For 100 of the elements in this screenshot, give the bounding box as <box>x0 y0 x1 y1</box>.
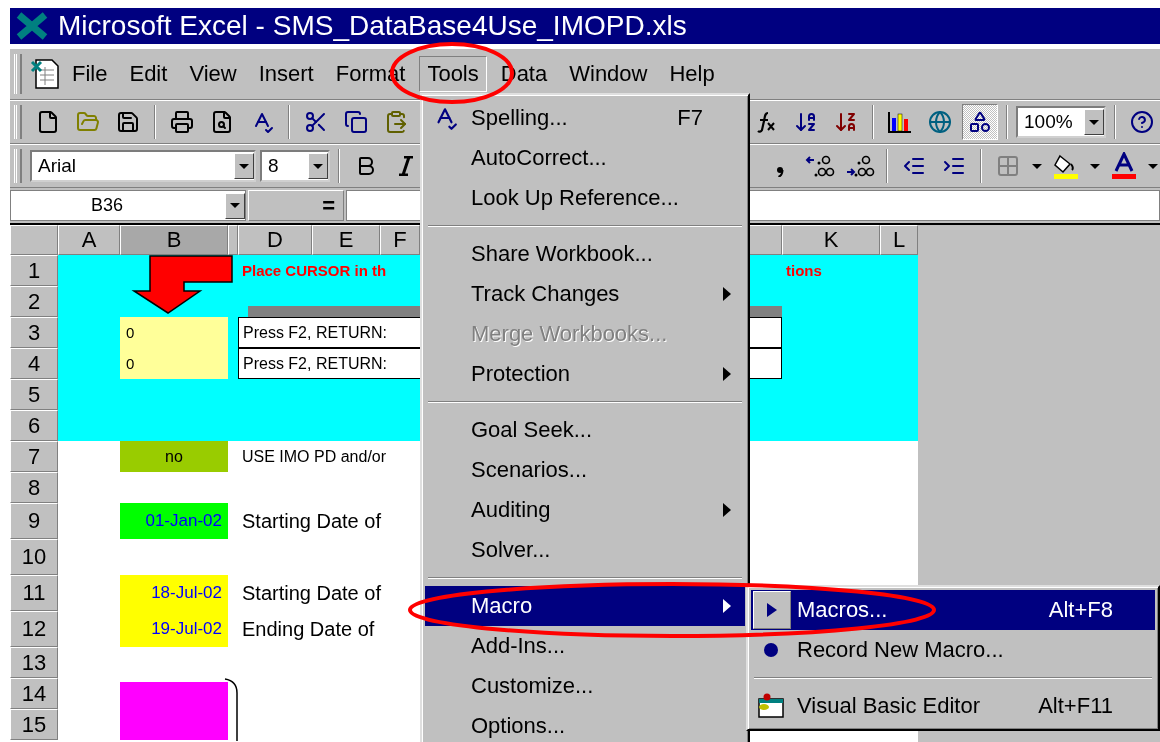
caret-icon <box>1090 163 1100 169</box>
column-header[interactable]: B <box>120 225 228 255</box>
shortcut-text: Alt+F8 <box>1048 597 1114 623</box>
toolbar-gripper[interactable] <box>14 149 22 183</box>
zoom-combo[interactable]: 100% <box>1016 106 1106 138</box>
font-name-combo[interactable]: Arial <box>30 150 256 182</box>
sort-descending-icon <box>834 110 858 134</box>
submenu-arrow-icon <box>723 287 731 301</box>
column-header[interactable]: E <box>312 225 380 255</box>
fill-color-icon <box>1052 152 1080 180</box>
italic-icon <box>398 156 414 176</box>
column-header[interactable]: A <box>58 225 120 255</box>
flag-cell: no <box>120 441 228 472</box>
column-header[interactable]: L <box>880 225 918 255</box>
print-preview-icon <box>210 110 234 134</box>
row-header[interactable]: 13 <box>10 647 58 678</box>
chart-icon <box>887 110 913 134</box>
menu-bar-item[interactable]: View <box>181 56 245 92</box>
menu-item[interactable]: Track Changes <box>425 274 745 314</box>
menu-item[interactable]: Customize... <box>425 666 745 706</box>
menu-item[interactable]: Look Up Reference... <box>425 178 745 218</box>
menu-bar-item[interactable]: Help <box>661 56 723 92</box>
cell-text: USE IMO PD and/or <box>241 447 387 466</box>
row-header[interactable]: 8 <box>10 472 58 503</box>
copy-icon <box>344 110 368 134</box>
menu-item[interactable]: Visual Basic Editor Alt+F11 <box>751 686 1155 726</box>
cut-icon <box>304 110 328 134</box>
run-icon <box>766 602 778 618</box>
row-header[interactable]: 10 <box>10 539 58 575</box>
decrease-decimal-icon <box>845 153 875 179</box>
row-header[interactable]: 6 <box>10 410 58 441</box>
editor-window-icon <box>757 693 785 719</box>
column-header[interactable]: F <box>380 225 420 255</box>
menu-item[interactable]: Auditing <box>425 490 745 530</box>
menu-item[interactable]: Scenarios... <box>425 450 745 490</box>
record-icon <box>763 642 779 658</box>
sort-ascending-icon <box>794 110 818 134</box>
select-all-corner[interactable] <box>10 225 58 255</box>
drawing-icon <box>968 110 992 134</box>
row-header[interactable]: 11 <box>10 575 58 611</box>
menu-item[interactable]: Macros... Alt+F8 <box>751 590 1155 630</box>
menu-item[interactable]: Solver... <box>425 530 745 570</box>
row-header[interactable]: 3 <box>10 317 58 348</box>
name-box[interactable]: B36 <box>10 190 246 221</box>
row-header[interactable]: 5 <box>10 379 58 410</box>
workbook-icon <box>30 58 60 90</box>
toolbar-button[interactable] <box>962 104 998 140</box>
value-cell: 0 <box>120 317 228 348</box>
menu-item[interactable]: Goal Seek... <box>425 410 745 450</box>
caret-icon <box>230 203 240 208</box>
menu-item[interactable]: Record New Macro... <box>751 630 1155 670</box>
paste-icon <box>384 110 408 134</box>
date-cell: 18-Jul-02 <box>120 575 228 611</box>
row-header[interactable]: 4 <box>10 348 58 379</box>
save-icon <box>116 110 140 134</box>
row-header[interactable]: 9 <box>10 503 58 539</box>
menu-bar-item[interactable]: Tools <box>419 56 487 92</box>
comma-style-icon <box>776 165 784 177</box>
new-file-icon <box>36 110 60 134</box>
submenu-arrow-icon <box>723 503 731 517</box>
row-header[interactable]: 1 <box>10 255 58 286</box>
edit-formula-button[interactable]: = <box>248 190 344 221</box>
submenu-arrow-icon <box>723 367 731 381</box>
menu-item[interactable]: Add-Ins... <box>425 626 745 666</box>
menu-item[interactable]: Macro <box>425 586 745 626</box>
caret-icon <box>239 163 249 169</box>
row-header[interactable]: 15 <box>10 709 58 740</box>
column-header[interactable]: D <box>238 225 312 255</box>
help-icon <box>1130 110 1154 134</box>
value-cell: 0 <box>120 348 228 379</box>
menu-bar-item[interactable]: Insert <box>250 56 322 92</box>
bracket-shape <box>224 678 240 742</box>
shortcut-text: Alt+F11 <box>1038 693 1114 719</box>
open-folder-icon <box>76 110 100 134</box>
caret-icon <box>1148 163 1158 169</box>
column-header[interactable]: K <box>782 225 880 255</box>
row-header[interactable]: 12 <box>10 611 58 647</box>
shortcut-text: F7 <box>677 105 704 131</box>
menu-item[interactable]: AutoCorrect... <box>425 138 745 178</box>
caret-icon <box>1089 119 1099 125</box>
date-cell: 01-Jan-02 <box>120 503 228 539</box>
font-size-combo[interactable]: 8 <box>260 150 330 182</box>
menu-item[interactable]: Options... <box>425 706 745 742</box>
window-title: Microsoft Excel - SMS_DataBase4Use_IMOPD.xls <box>58 10 687 42</box>
menu-item[interactable]: Spelling... F7 <box>425 98 745 138</box>
increase-decimal-icon <box>805 153 835 179</box>
toolbar-gripper[interactable] <box>14 54 22 94</box>
function-icon <box>754 110 778 134</box>
menu-bar-item[interactable]: File <box>64 56 116 92</box>
menu-item[interactable]: Share Workbook... <box>425 234 745 274</box>
menu-bar-item[interactable]: Edit <box>121 56 176 92</box>
submenu-arrow-icon <box>723 599 731 613</box>
toolbar-gripper[interactable] <box>14 105 22 139</box>
row-header[interactable]: 2 <box>10 286 58 317</box>
column-header[interactable] <box>228 225 238 255</box>
row-header[interactable]: 14 <box>10 678 58 709</box>
menu-bar-item[interactable]: Window <box>561 56 656 92</box>
instruction-text: Place CURSOR in th <box>241 262 387 279</box>
row-header[interactable]: 7 <box>10 441 58 472</box>
caret-icon <box>313 163 323 169</box>
